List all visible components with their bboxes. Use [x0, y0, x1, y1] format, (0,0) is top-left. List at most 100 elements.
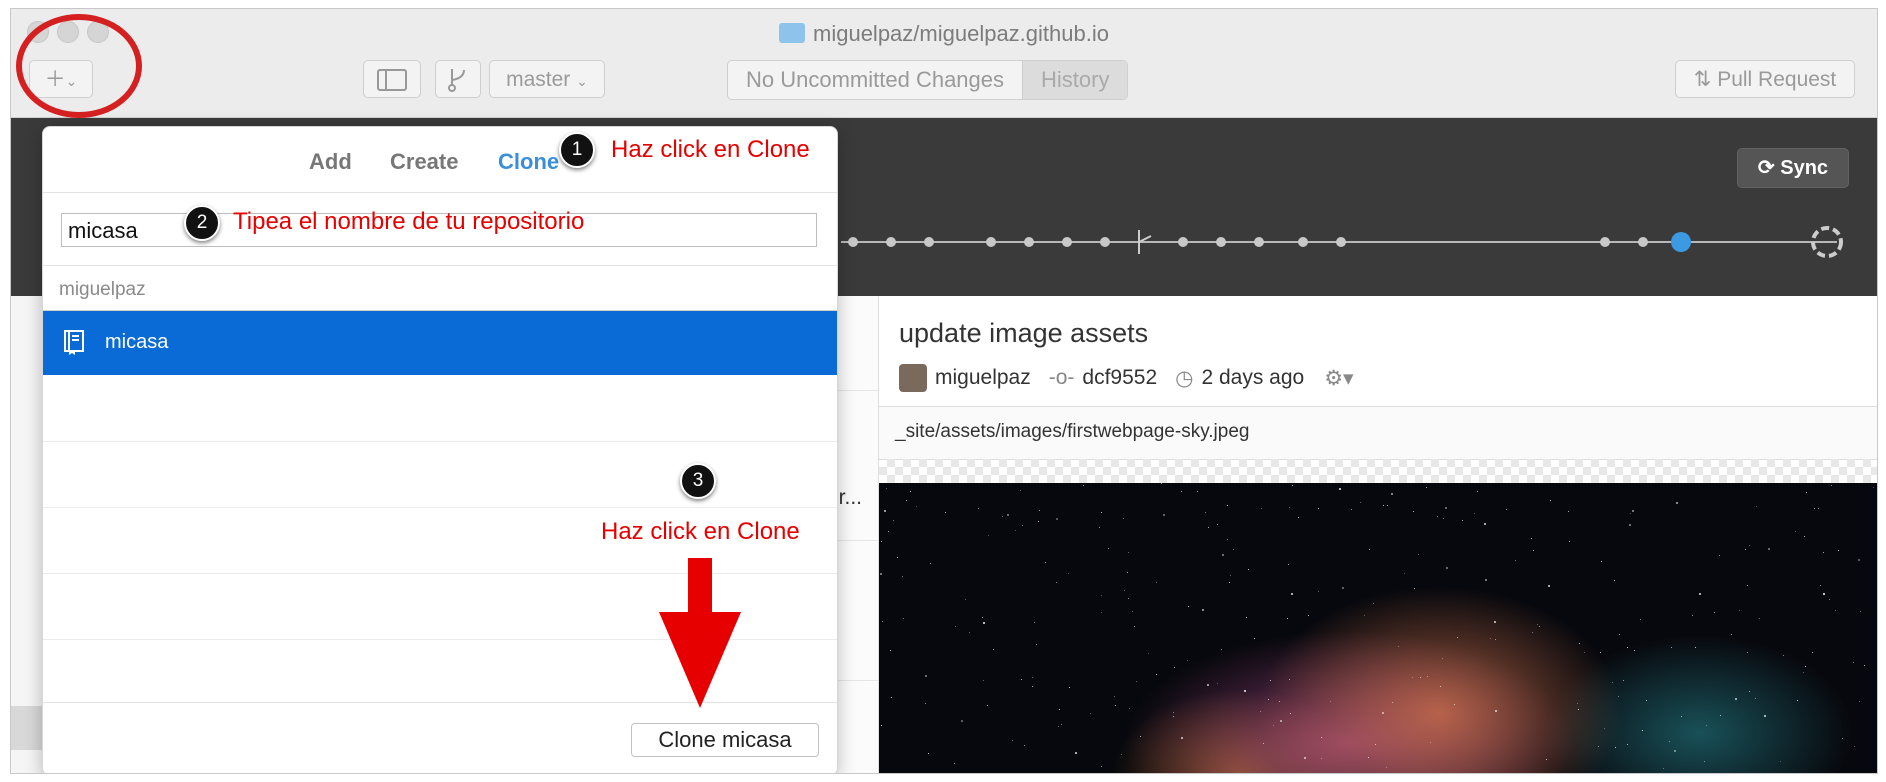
star-dot — [1445, 507, 1447, 509]
star-dot — [1217, 524, 1218, 525]
down-arrow-icon — [659, 558, 741, 708]
star-dot — [1373, 603, 1374, 604]
divider — [43, 441, 837, 442]
star-dot — [1254, 638, 1255, 639]
star-dot — [1002, 516, 1003, 517]
star-dot — [1414, 588, 1415, 589]
star-dot — [1021, 679, 1022, 680]
star-dot — [1387, 505, 1388, 506]
sync-button[interactable]: ⟳ Sync — [1737, 148, 1849, 188]
star-dot — [1437, 516, 1438, 517]
star-dot — [1692, 615, 1693, 616]
star-dot — [1148, 653, 1149, 654]
star-dot — [1287, 618, 1288, 619]
star-dot — [1270, 680, 1271, 681]
star-dot — [1263, 743, 1264, 744]
star-dot — [1627, 647, 1628, 648]
star-dot — [1806, 492, 1807, 493]
star-dot — [1134, 626, 1135, 627]
star-dot — [928, 753, 929, 754]
star-dot — [1188, 606, 1189, 607]
star-dot — [1632, 510, 1634, 512]
list-item-micasa[interactable]: micasa — [43, 311, 837, 375]
gear-icon[interactable]: ⚙▾ — [1324, 366, 1353, 391]
star-dot — [1630, 513, 1631, 514]
star-dot — [1244, 690, 1246, 692]
star-dot — [1187, 660, 1188, 661]
star-dot — [1640, 619, 1641, 620]
file-header[interactable]: _site/assets/images/firstwebpage-sky.jpe… — [879, 406, 1877, 460]
star-dot — [1227, 505, 1228, 506]
star-dot — [1714, 612, 1715, 613]
star-dot — [1646, 700, 1647, 701]
star-dot — [1537, 624, 1538, 625]
pull-request-button[interactable]: ⇅ Pull Request — [1675, 60, 1855, 98]
star-dot — [1532, 632, 1533, 633]
commit-time: 2 days ago — [1201, 366, 1305, 389]
star-dot — [1820, 585, 1821, 586]
star-dot — [1375, 744, 1376, 745]
step-1-badge: 1 — [559, 132, 595, 168]
star-dot — [1831, 485, 1832, 486]
star-dot — [890, 650, 891, 651]
star-dot — [1368, 757, 1369, 758]
star-dot — [1755, 698, 1756, 699]
star-dot — [1584, 652, 1585, 653]
star-dot — [910, 491, 911, 492]
star-dot — [1292, 485, 1293, 486]
star-dot — [1207, 684, 1209, 686]
star-dot — [1034, 622, 1035, 623]
new-branch-button[interactable] — [435, 60, 481, 98]
tab-add[interactable]: Add — [309, 149, 352, 175]
commit-author[interactable]: miguelpaz — [935, 366, 1031, 390]
changes-history-toggle: No Uncommitted Changes History — [727, 60, 1129, 100]
star-dot — [1229, 582, 1230, 583]
branch-select[interactable]: master ⌄ — [489, 60, 605, 98]
step-2-badge: 2 — [184, 205, 220, 241]
star-dot — [1619, 634, 1620, 635]
star-dot — [1462, 520, 1463, 521]
toggle-sidebar-button[interactable] — [363, 60, 421, 98]
commit-title: update image assets — [899, 318, 1149, 348]
star-dot — [1291, 593, 1293, 595]
star-dot — [1604, 728, 1605, 729]
star-dot — [969, 632, 970, 633]
star-dot — [1330, 701, 1331, 702]
star-dot — [1430, 742, 1431, 743]
star-dot — [1382, 712, 1384, 714]
star-dot — [1485, 579, 1487, 581]
tab-history[interactable]: History — [1022, 61, 1128, 99]
tab-clone[interactable]: Clone — [498, 149, 559, 175]
star-dot — [884, 510, 886, 512]
toolbar: miguelpaz/miguelpaz.github.io ＋⌄ master … — [11, 9, 1877, 118]
star-dot — [1108, 548, 1109, 549]
divider — [43, 265, 837, 266]
tab-uncommitted-changes[interactable]: No Uncommitted Changes — [728, 61, 1022, 99]
avatar — [899, 364, 927, 392]
star-dot — [1101, 512, 1102, 513]
star-dot — [1083, 485, 1084, 486]
tab-create[interactable]: Create — [390, 149, 458, 175]
commit-icon: -o- — [1048, 366, 1075, 389]
star-dot — [1161, 483, 1162, 484]
star-dot — [1392, 702, 1393, 703]
star-dot — [886, 488, 887, 489]
star-dot — [1780, 761, 1781, 762]
star-dot — [1768, 548, 1770, 550]
star-dot — [1812, 652, 1813, 653]
folder-icon — [779, 23, 806, 43]
commit-detail: update image assets miguelpaz -o- dcf955… — [879, 296, 1877, 773]
star-dot — [1015, 530, 1016, 531]
star-dot — [1804, 536, 1805, 537]
clone-repository-button[interactable]: Clone micasa — [631, 723, 819, 757]
star-dot — [1181, 491, 1182, 492]
step-3-note: Haz click en Clone — [601, 518, 800, 545]
star-dot — [1260, 711, 1261, 712]
star-dot — [1123, 518, 1124, 519]
star-dot — [1704, 761, 1705, 762]
star-dot — [1506, 509, 1507, 510]
star-dot — [955, 626, 956, 627]
file-path: _site/assets/images/firstwebpage-sky.jpe… — [895, 421, 1250, 442]
commit-sha[interactable]: dcf9552 — [1082, 366, 1157, 390]
star-dot — [945, 512, 946, 513]
